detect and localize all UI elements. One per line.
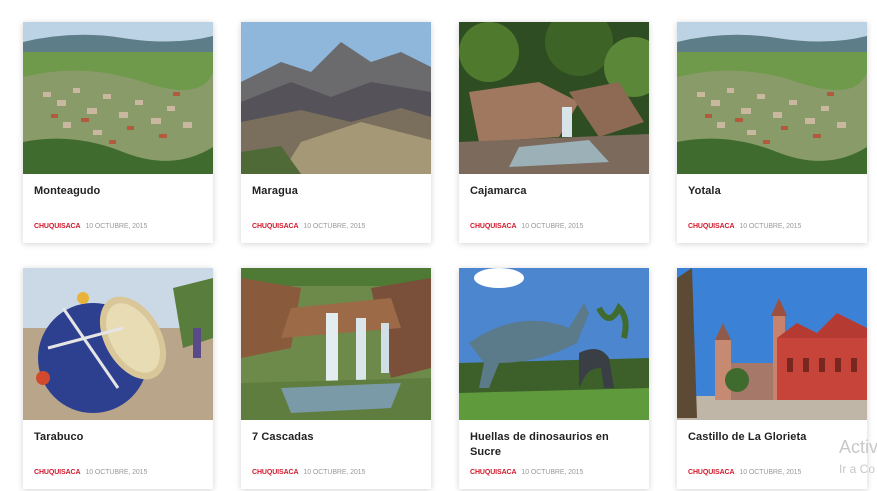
post-thumbnail-mountain[interactable] xyxy=(241,22,431,174)
post-title[interactable]: Huellas de dinosaurios en Sucre xyxy=(470,430,638,460)
drum-festival-image xyxy=(23,268,213,420)
windows-activation-watermark: Activ Ir a Co xyxy=(839,437,877,479)
post-date: 10 OCTUBRE, 2015 xyxy=(303,223,366,230)
post-category[interactable]: CHUQUISACA xyxy=(252,469,299,476)
post-thumbnail-town[interactable] xyxy=(23,22,213,174)
post-title[interactable]: Yotala xyxy=(688,184,856,199)
post-meta: CHUQUISACA 10 OCTUBRE, 2015 xyxy=(688,223,801,230)
post-title[interactable]: Castillo de La Glorieta xyxy=(688,430,856,445)
post-card[interactable]: Cajamarca CHUQUISACA 10 OCTUBRE, 2015 xyxy=(459,22,649,243)
post-category[interactable]: CHUQUISACA xyxy=(34,469,81,476)
post-meta: CHUQUISACA 10 OCTUBRE, 2015 xyxy=(252,223,365,230)
castle-image xyxy=(677,268,867,420)
post-title[interactable]: Monteagudo xyxy=(34,184,202,199)
post-title[interactable]: 7 Cascadas xyxy=(252,430,420,445)
posts-grid: Monteagudo CHUQUISACA 10 OCTUBRE, 2015 Ma… xyxy=(0,0,877,491)
post-title[interactable]: Maragua xyxy=(252,184,420,199)
watermark-line1: Activ xyxy=(839,437,877,457)
post-category[interactable]: CHUQUISACA xyxy=(34,223,81,230)
post-date: 10 OCTUBRE, 2015 xyxy=(521,223,584,230)
post-thumbnail-cascade[interactable] xyxy=(241,268,431,420)
post-date: 10 OCTUBRE, 2015 xyxy=(739,223,802,230)
post-thumbnail-dinosaur[interactable] xyxy=(459,268,649,420)
post-card[interactable]: 7 Cascadas CHUQUISACA 10 OCTUBRE, 2015 xyxy=(241,268,431,489)
dinosaur-park-image xyxy=(459,268,649,420)
watermark-line2: Ir a Co xyxy=(839,462,876,476)
post-thumbnail-drum[interactable] xyxy=(23,268,213,420)
post-card[interactable]: Yotala CHUQUISACA 10 OCTUBRE, 2015 xyxy=(677,22,867,243)
post-date: 10 OCTUBRE, 2015 xyxy=(85,223,148,230)
post-card[interactable]: Maragua CHUQUISACA 10 OCTUBRE, 2015 xyxy=(241,22,431,243)
post-category[interactable]: CHUQUISACA xyxy=(688,223,735,230)
mountain-image xyxy=(241,22,431,174)
post-meta: CHUQUISACA 10 OCTUBRE, 2015 xyxy=(252,469,365,476)
post-category[interactable]: CHUQUISACA xyxy=(252,223,299,230)
post-title[interactable]: Tarabuco xyxy=(34,430,202,445)
post-card[interactable]: Huellas de dinosaurios en Sucre CHUQUISA… xyxy=(459,268,649,489)
post-meta: CHUQUISACA 10 OCTUBRE, 2015 xyxy=(470,469,583,476)
cascade-image xyxy=(241,268,431,420)
post-date: 10 OCTUBRE, 2015 xyxy=(739,469,802,476)
post-thumbnail-castle[interactable] xyxy=(677,268,867,420)
post-date: 10 OCTUBRE, 2015 xyxy=(521,469,584,476)
post-meta: CHUQUISACA 10 OCTUBRE, 2015 xyxy=(34,223,147,230)
post-thumbnail-town[interactable] xyxy=(677,22,867,174)
post-thumbnail-waterfall[interactable] xyxy=(459,22,649,174)
post-date: 10 OCTUBRE, 2015 xyxy=(85,469,148,476)
post-meta: CHUQUISACA 10 OCTUBRE, 2015 xyxy=(688,469,801,476)
post-date: 10 OCTUBRE, 2015 xyxy=(303,469,366,476)
post-card[interactable]: Tarabuco CHUQUISACA 10 OCTUBRE, 2015 xyxy=(23,268,213,489)
post-card[interactable]: Monteagudo CHUQUISACA 10 OCTUBRE, 2015 xyxy=(23,22,213,243)
town-valley-image xyxy=(23,22,213,174)
post-title[interactable]: Cajamarca xyxy=(470,184,638,199)
waterfall-rocks-image xyxy=(459,22,649,174)
post-category[interactable]: CHUQUISACA xyxy=(470,223,517,230)
post-meta: CHUQUISACA 10 OCTUBRE, 2015 xyxy=(470,223,583,230)
post-meta: CHUQUISACA 10 OCTUBRE, 2015 xyxy=(34,469,147,476)
post-category[interactable]: CHUQUISACA xyxy=(688,469,735,476)
post-category[interactable]: CHUQUISACA xyxy=(470,469,517,476)
town-valley-image xyxy=(677,22,867,174)
